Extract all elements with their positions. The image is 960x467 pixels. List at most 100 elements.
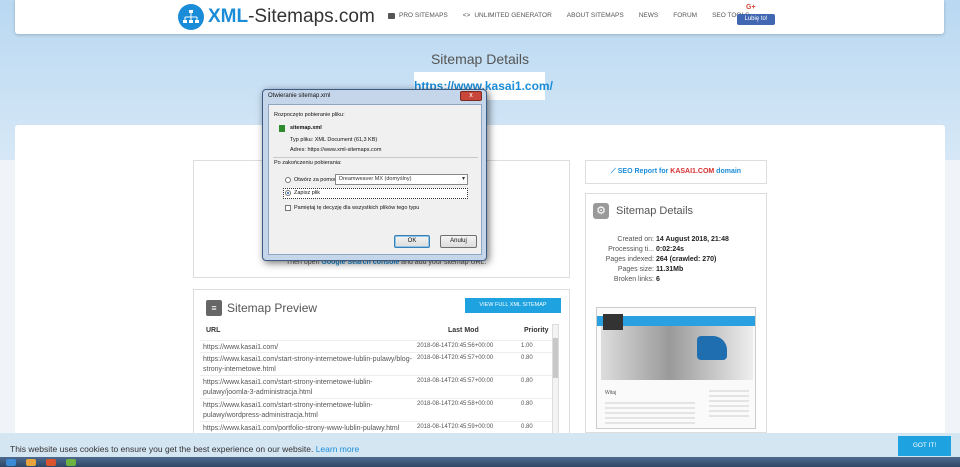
site-screenshot-thumbnail[interactable]: Witaj — [596, 307, 756, 429]
thumbnail-sidebar-lines — [709, 390, 749, 418]
thumbnail-hero-image — [601, 326, 753, 380]
open-with-select[interactable]: Dreamweaver MX (domyślny) ▾ — [335, 174, 468, 185]
learn-more-link[interactable]: Learn more — [316, 444, 359, 454]
gear-icon: ⚙ — [593, 203, 609, 219]
row-priority: 0.80 — [521, 401, 533, 407]
detail-label: Processing ti... — [608, 246, 654, 253]
detail-row: Processing ti... 0:02:24s — [587, 246, 767, 256]
detail-label: Broken links: — [613, 276, 654, 283]
open-with-label: Otwórz za pomocą — [294, 177, 340, 183]
detail-row: Pages indexed: 264 (crawled: 270) — [587, 256, 767, 266]
site-logo[interactable]: XML-Sitemaps.com — [178, 4, 375, 30]
cancel-button[interactable]: Anuluj — [440, 235, 477, 248]
row-lastmod: 2018-08-14T20:45:57+00:00 — [417, 378, 494, 384]
save-file-radio[interactable] — [285, 190, 291, 196]
xml-file-icon — [279, 125, 285, 132]
thumbnail-text-lines — [605, 402, 695, 424]
got-it-button[interactable]: GOT IT! — [898, 436, 951, 456]
cookie-message: This website uses cookies to ensure you … — [10, 444, 316, 454]
row-lastmod: 2018-08-14T20:45:56+00:00 — [417, 343, 494, 349]
table-row: https://www.kasai1.com/portfolio-strony-… — [200, 421, 552, 433]
nav-item-about-sitemaps[interactable]: ABOUT SITEMAPS — [567, 12, 624, 19]
logo-prefix: XML — [208, 6, 249, 27]
page-title: Sitemap Details — [430, 51, 530, 67]
pro-sitemaps-icon — [388, 12, 395, 19]
sitemap-logo-icon — [178, 4, 204, 30]
address-value: https://www.xml-sitemaps.com — [307, 147, 382, 153]
nav-label: PRO SITEMAPS — [399, 12, 448, 19]
table-row: https://www.kasai1.com/start-strony-inte… — [200, 352, 552, 375]
save-file-label: Zapisz plik — [294, 190, 320, 196]
row-url[interactable]: https://www.kasai1.com/start-strony-inte… — [203, 401, 415, 421]
detail-row: Pages size: 11.31Mb — [587, 266, 767, 276]
file-type-label: Typ pliku: — [290, 137, 314, 143]
row-lastmod: 2018-08-14T20:45:57+00:00 — [417, 355, 494, 361]
dialog-after-download-label: Po zakończeniu pobierania: — [274, 160, 342, 166]
column-header-priority: Priority — [524, 327, 549, 334]
seo-report-link[interactable]: ⟋ SEO Report for KASAI1.COM domain — [585, 160, 767, 184]
detail-value: 0:02:24s — [656, 246, 685, 253]
logo-text: XML-Sitemaps.com — [208, 6, 375, 28]
detail-value: 11.31Mb — [656, 266, 684, 273]
dialog-filename: sitemap.xml — [290, 125, 322, 131]
row-priority: 1.00 — [521, 343, 533, 349]
dialog-separator — [273, 157, 478, 158]
google-plus-button[interactable]: G+ — [746, 4, 756, 11]
table-row: https://www.kasai1.com/start-strony-inte… — [200, 375, 552, 398]
chevron-down-icon: ▾ — [461, 176, 465, 182]
row-lastmod: 2018-08-14T20:45:58+00:00 — [417, 401, 494, 407]
code-icon: <> — [462, 12, 471, 19]
open-with-radio[interactable] — [285, 177, 291, 183]
nav-item-news[interactable]: NEWS — [639, 12, 659, 19]
row-priority: 0.80 — [521, 424, 533, 430]
logo-suffix: -Sitemaps.com — [248, 6, 375, 27]
nav-item-unlimited-generator[interactable]: <> UNLIMITED GENERATOR — [463, 12, 552, 19]
dialog-close-button[interactable]: x — [460, 91, 482, 101]
nav-label: UNLIMITED GENERATOR — [474, 12, 552, 19]
row-url[interactable]: https://www.kasai1.com/start-strony-inte… — [203, 378, 415, 398]
detail-value: 6 — [656, 276, 660, 283]
row-priority: 0.80 — [521, 355, 533, 361]
app-icon[interactable] — [66, 459, 76, 466]
taskbar — [0, 457, 960, 467]
seo-report-suffix: domain — [714, 168, 742, 175]
address-label: Adres: — [290, 147, 306, 153]
facebook-like-button[interactable]: Lubię to! — [737, 14, 775, 25]
column-header-last-mod: Last Mod — [448, 327, 479, 334]
chart-line-icon: ⟋ — [610, 168, 618, 175]
row-url[interactable]: https://www.kasai1.com/start-strony-inte… — [203, 355, 415, 375]
seo-report-domain: KASAI1.COM — [670, 168, 715, 175]
ok-button[interactable]: OK — [394, 235, 430, 248]
detail-label: Pages indexed: — [605, 256, 654, 263]
browser-icon[interactable] — [46, 459, 56, 466]
row-priority: 0.80 — [521, 378, 533, 384]
remember-decision-checkbox[interactable] — [285, 205, 291, 211]
thumbnail-heading: Witaj — [605, 390, 617, 396]
remember-decision-label: Pamiętaj tę decyzję dla wszystkich plikó… — [294, 205, 420, 211]
sitemap-details-title: Sitemap Details — [616, 205, 694, 217]
main-nav: PRO SITEMAPS <> UNLIMITED GENERATOR ABOUT… — [388, 12, 764, 19]
detail-row: Created on: 14 August 2018, 21:48 — [587, 236, 767, 246]
detail-value: 14 August 2018, 21:48 — [656, 236, 729, 243]
nav-item-forum[interactable]: FORUM — [673, 12, 697, 19]
detail-label: Pages size: — [617, 266, 654, 273]
dialog-title: Otwieranie sitemap.xml — [268, 93, 331, 99]
detail-label: Created on: — [617, 236, 654, 243]
explorer-icon[interactable] — [26, 459, 36, 466]
thumbnail-logo — [603, 314, 623, 330]
row-lastmod: 2018-08-14T20:45:59+00:00 — [417, 424, 494, 430]
dialog-file-type: Typ pliku: XML Document (61,3 KB) — [290, 137, 377, 143]
preview-scrollbar-thumb[interactable] — [553, 338, 558, 378]
nav-item-pro-sitemaps[interactable]: PRO SITEMAPS — [388, 12, 448, 19]
dialog-intro: Rozpoczęto pobieranie pliku: — [274, 112, 345, 118]
table-row: https://www.kasai1.com/start-strony-inte… — [200, 398, 552, 421]
sitemap-preview-title: Sitemap Preview — [227, 301, 318, 315]
list-icon: ≡ — [206, 300, 222, 316]
seo-report-prefix: SEO Report for — [617, 168, 671, 175]
open-with-value: Dreamweaver MX (domyślny) — [339, 176, 412, 182]
start-icon[interactable] — [6, 459, 16, 466]
column-header-url: URL — [206, 327, 221, 334]
detail-value: 264 (crawled: 270) — [656, 256, 717, 263]
view-full-xml-sitemap-button[interactable]: VIEW FULL XML SITEMAP — [465, 298, 561, 313]
dialog-address: Adres: https://www.xml-sitemaps.com — [290, 147, 381, 153]
